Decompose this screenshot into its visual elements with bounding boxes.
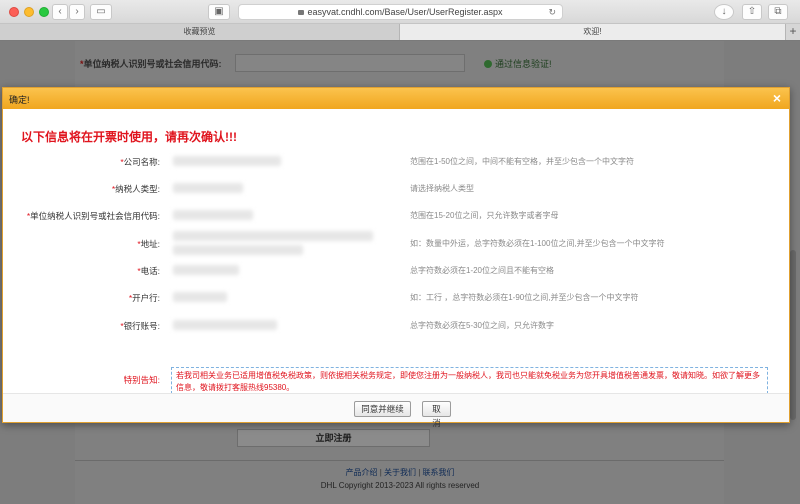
value-taxpayer-type-redacted [173, 183, 243, 193]
dialog-title: 确定! [9, 95, 30, 105]
special-notice-text: 若我司相关业务已适用增值税免税政策，则依据相关税务规定，即使您注册为一般纳税人，… [171, 367, 768, 394]
hint-bank-account: 总字符数必须在5-30位之间，只允许数字 [410, 321, 555, 330]
label-company-name: *公司名称: [120, 157, 160, 167]
register-button[interactable]: 立即注册 [237, 429, 430, 447]
tabs-overview-button[interactable]: ⧉ [768, 4, 788, 20]
tab-favorites-preview[interactable]: 收藏预览 [0, 24, 400, 40]
hint-address: 如：数量中外运，总字符数必须在1-100位之间,并至少包含一个中文字符 [410, 239, 665, 248]
close-window-button[interactable] [9, 7, 19, 17]
tab-welcome[interactable]: 欢迎! [400, 24, 785, 40]
minimize-window-button[interactable] [24, 7, 34, 17]
tabs-icon: ⧉ [774, 6, 782, 17]
back-button[interactable]: ‹ [52, 4, 68, 20]
new-tab-button[interactable]: + [785, 24, 800, 40]
label-bank-account: *银行账号: [120, 321, 160, 331]
label-special-notice: 特别告知: [123, 375, 160, 385]
reload-icon[interactable]: ↻ [548, 5, 556, 19]
value-bank-redacted [173, 292, 227, 302]
check-icon [484, 60, 492, 68]
tab-label: 收藏预览 [183, 27, 216, 36]
dialog-body: 以下信息将在开票时使用，请再次确认!!! *公司名称: 范围在1-50位之间，中… [3, 109, 789, 394]
link-contact-us[interactable]: 联系我们 [423, 468, 455, 477]
dialog-footer: 同意并继续 取消 [3, 393, 789, 428]
copyright: DHL Copyright 2013-2023 All rights reser… [320, 481, 480, 490]
label-tax-id: *单位纳税人识别号或社会信用代码: [26, 211, 160, 221]
footer-links: 产品介绍 | 关于我们 | 联系我们 [345, 468, 455, 477]
hint-taxpayer-type: 请选择纳税人类型 [410, 184, 474, 193]
lock-icon [298, 10, 305, 15]
close-icon[interactable]: × [773, 90, 781, 106]
downloads-button[interactable]: ↓ [714, 4, 734, 20]
bg-field-input [235, 54, 465, 72]
page-scrollbar[interactable] [790, 250, 796, 420]
reader-icon: ▣ [214, 6, 224, 17]
cancel-button[interactable]: 取消 [422, 401, 451, 428]
hint-phone: 总字符数必须在1-20位之间且不能有空格 [410, 266, 555, 275]
browser-titlebar: ‹ › ▭ ▣ easyvat.cndhl.com/Base/User/User… [0, 0, 800, 24]
value-company-name-redacted [173, 156, 281, 166]
chevron-right-icon: › [75, 6, 79, 17]
tab-label: 欢迎! [583, 27, 602, 36]
label-bank: *开户行: [128, 293, 160, 303]
hint-company-name: 范围在1-50位之间，中间不能有空格，并至少包含一个中文字符 [410, 157, 635, 166]
download-icon: ↓ [721, 6, 727, 17]
sidebar-toggle-button[interactable]: ▭ [90, 4, 112, 20]
bg-field-label: *单位纳税人识别号或社会信用代码: [80, 59, 222, 69]
value-address-redacted-line1 [173, 231, 373, 241]
value-bank-account-redacted [173, 320, 277, 330]
hint-bank: 如：工行 ，总字符数必须在1-90位之间,并至少包含一个中文字符 [410, 293, 639, 302]
address-bar[interactable]: easyvat.cndhl.com/Base/User/UserRegister… [238, 4, 563, 20]
share-icon: ⇧ [747, 6, 757, 17]
dialog-header: 确定! × [3, 88, 789, 109]
value-tax-id-redacted [173, 210, 253, 220]
label-address: *地址: [137, 239, 160, 249]
url-text: easyvat.cndhl.com/Base/User/UserRegister… [307, 7, 503, 17]
share-button[interactable]: ⇧ [742, 4, 762, 20]
confirm-warning: 以下信息将在开票时使用，请再次确认!!! [21, 130, 237, 144]
zoom-window-button[interactable] [39, 7, 49, 17]
plus-icon: + [789, 24, 797, 38]
bg-field-status: 通过信息验证! [484, 57, 552, 70]
footer-divider [75, 460, 724, 461]
chevron-left-icon: ‹ [58, 6, 62, 17]
hint-tax-id: 范围在15-20位之间，只允许数字或者字母 [410, 211, 559, 220]
agree-continue-button[interactable]: 同意并继续 [354, 401, 411, 417]
label-phone: *电话: [137, 266, 160, 276]
value-address-redacted-line2 [173, 245, 303, 255]
link-product-intro[interactable]: 产品介绍 [345, 468, 377, 477]
link-about-us[interactable]: 关于我们 [384, 468, 416, 477]
tab-bar: 收藏预览 欢迎! + [0, 24, 800, 40]
forward-button[interactable]: › [69, 4, 85, 20]
confirm-dialog: 确定! × 以下信息将在开票时使用，请再次确认!!! *公司名称: 范围在1-5… [2, 87, 790, 428]
label-taxpayer-type: *纳税人类型: [111, 184, 160, 194]
reader-button[interactable]: ▣ [208, 4, 230, 20]
sidebar-icon: ▭ [96, 6, 106, 17]
value-phone-redacted [173, 265, 239, 275]
